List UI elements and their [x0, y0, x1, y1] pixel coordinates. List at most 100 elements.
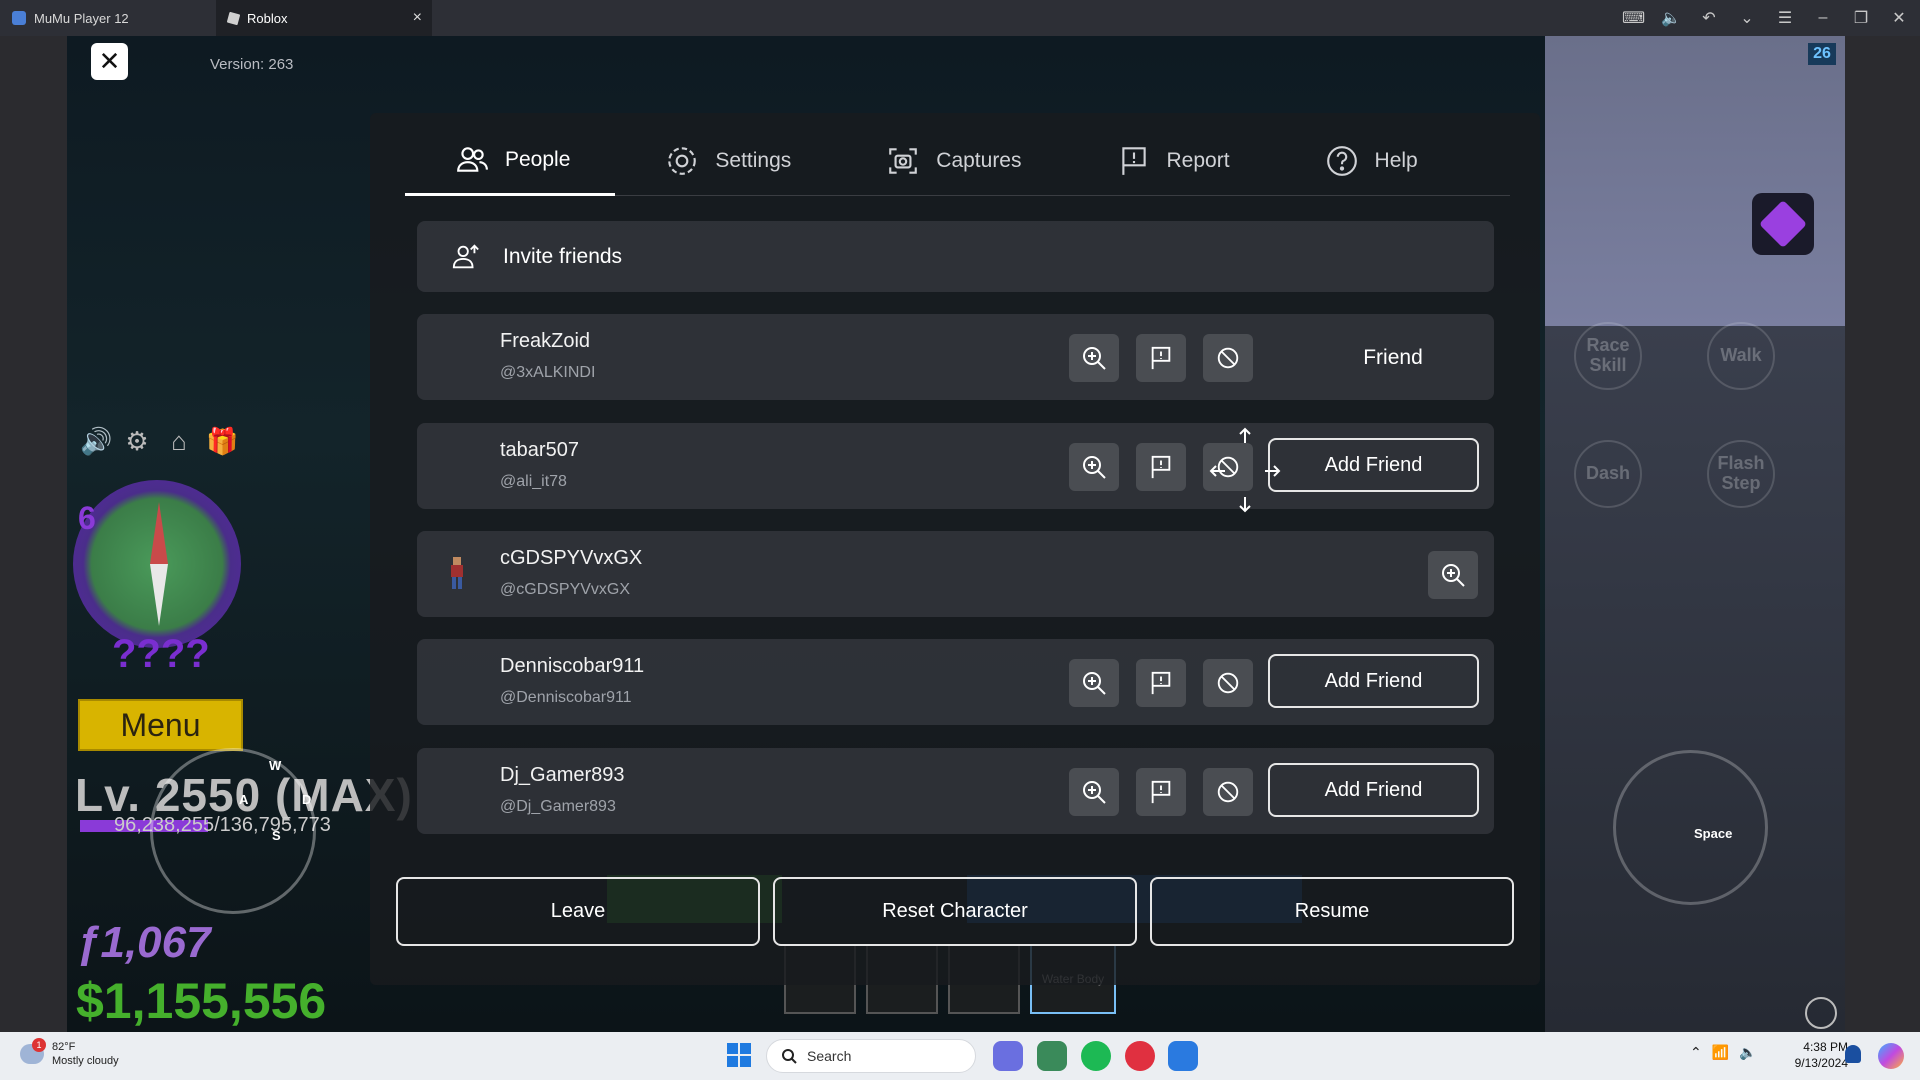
keyboard-icon[interactable]: ⌨: [1622, 8, 1645, 28]
movement-joystick[interactable]: [150, 748, 316, 914]
gear-icon[interactable]: ⚙: [122, 426, 152, 457]
report-player-button[interactable]: [1136, 443, 1186, 491]
chevron-up-icon[interactable]: ⌃: [1690, 1044, 1702, 1061]
copilot-icon[interactable]: [1878, 1043, 1904, 1069]
tab-captures[interactable]: Captures: [836, 126, 1066, 196]
report-player-button[interactable]: [1136, 334, 1186, 382]
floor-background: [1545, 326, 1845, 1032]
opera-icon[interactable]: [1125, 1041, 1155, 1071]
zoom-in-icon: [1442, 564, 1465, 587]
tab-label: People: [505, 147, 571, 171]
flag-icon: [1151, 346, 1171, 370]
notification-bell-icon[interactable]: [1845, 1045, 1861, 1063]
minimize-icon[interactable]: –: [1812, 9, 1834, 27]
dash-button[interactable]: Dash: [1574, 440, 1642, 508]
windows-taskbar: 1 82°F Mostly cloudy Search ⌃ 📶 🔈 4:38 P…: [0, 1032, 1920, 1080]
chevron-down-icon[interactable]: ⌄: [1736, 8, 1758, 28]
tab-people[interactable]: People: [405, 126, 616, 196]
compass-label: ????: [112, 632, 210, 676]
inspect-button[interactable]: [1069, 659, 1119, 707]
warning-count: 6: [78, 500, 96, 536]
window-controls: ⌨ 🔈 ↶ ⌄ ☰ – ❐ ✕: [1622, 0, 1910, 36]
tab-mumu-player[interactable]: MuMu Player 12: [0, 0, 216, 36]
flag-icon: [1151, 671, 1171, 695]
camera-icon: [889, 148, 918, 174]
race-skill-button[interactable]: Race Skill: [1574, 322, 1642, 390]
close-menu-button[interactable]: ✕: [91, 43, 128, 80]
mumu-icon: [12, 11, 26, 25]
wifi-icon[interactable]: 📶: [1712, 1044, 1729, 1061]
shift-lock-icon[interactable]: [1805, 997, 1837, 1029]
walk-button[interactable]: Walk: [1707, 322, 1775, 390]
close-tab-icon[interactable]: ×: [413, 9, 422, 27]
joystick-key-up: W: [269, 758, 282, 773]
game-menu-button[interactable]: Menu: [78, 699, 243, 751]
player-row: tabar507 @ali_it78 Add Friend: [417, 423, 1494, 509]
player-row: cGDSPYVvxGX @cGDSPYVvxGX: [417, 531, 1494, 617]
block-player-button[interactable]: [1203, 334, 1253, 382]
fragments-counter: ƒ1,067: [76, 918, 211, 967]
add-friend-button[interactable]: Add Friend: [1268, 763, 1479, 817]
inspect-button[interactable]: [1069, 334, 1119, 382]
search-placeholder: Search: [807, 1048, 852, 1064]
player-display-name: FreakZoid: [500, 330, 591, 352]
player-username: @Dj_Gamer893: [500, 798, 616, 815]
gear-icon: [668, 147, 697, 175]
app-icon[interactable]: [1037, 1041, 1067, 1071]
flash-step-button[interactable]: Flash Step: [1707, 440, 1775, 508]
tab-report[interactable]: Report: [1067, 126, 1275, 196]
resume-button[interactable]: Resume: [1150, 877, 1514, 946]
report-player-button[interactable]: [1136, 659, 1186, 707]
clock[interactable]: 4:38 PM 9/13/2024: [1778, 1039, 1848, 1071]
block-player-button[interactable]: [1203, 659, 1253, 707]
tab-label: Settings: [715, 149, 792, 172]
player-username: @ali_it78: [500, 473, 567, 490]
restore-icon[interactable]: ❐: [1850, 8, 1872, 28]
undo-icon[interactable]: ↶: [1698, 8, 1720, 28]
money-counter: $1,155,556: [76, 973, 327, 1029]
flag-icon: [1151, 455, 1171, 479]
hud-quick-icons: 🔊 ⚙ ⌂ 🎁: [80, 426, 238, 457]
gift-icon[interactable]: 🎁: [206, 426, 238, 457]
volume-icon[interactable]: 🔈: [1660, 8, 1682, 28]
joystick-key-right: D: [302, 792, 312, 807]
add-friend-button[interactable]: Add Friend: [1268, 438, 1479, 492]
tab-roblox[interactable]: Roblox ×: [216, 0, 432, 36]
people-icon: [457, 146, 488, 172]
player-row: FreakZoid @3xALKINDI Friend: [417, 314, 1494, 400]
mumu-icon[interactable]: [1168, 1041, 1198, 1071]
block-icon: [1217, 347, 1239, 369]
taskbar-search[interactable]: Search: [766, 1039, 976, 1073]
discord-icon[interactable]: [993, 1041, 1023, 1071]
report-player-button[interactable]: [1136, 768, 1186, 816]
shop-button[interactable]: [1752, 193, 1814, 255]
weather-badge: 1: [32, 1038, 46, 1052]
close-window-icon[interactable]: ✕: [1888, 8, 1910, 28]
joystick-key-down: S: [272, 828, 281, 843]
spotify-icon[interactable]: [1081, 1041, 1111, 1071]
tab-settings[interactable]: Settings: [615, 126, 836, 196]
speaker-icon[interactable]: 🔊: [80, 426, 112, 457]
volume-icon[interactable]: 🔈: [1739, 1044, 1756, 1061]
menu-icon[interactable]: ☰: [1774, 8, 1796, 28]
leave-button[interactable]: Leave: [396, 877, 760, 946]
invite-friends-button[interactable]: Invite friends: [417, 221, 1494, 292]
reset-character-button[interactable]: Reset Character: [773, 877, 1137, 946]
block-player-button[interactable]: [1203, 768, 1253, 816]
joystick-key-left: A: [239, 792, 249, 807]
home-icon[interactable]: ⌂: [164, 426, 194, 457]
inspect-button[interactable]: [1069, 768, 1119, 816]
player-username: @3xALKINDI: [500, 364, 596, 381]
tab-help[interactable]: Help: [1275, 126, 1463, 196]
weather-widget[interactable]: 1 82°F Mostly cloudy: [20, 1038, 119, 1068]
add-friend-button[interactable]: Add Friend: [1268, 654, 1479, 708]
tab-label: Report: [1166, 149, 1230, 172]
jump-button[interactable]: [1613, 750, 1768, 905]
system-tray: ⌃ 📶 🔈: [1690, 1044, 1757, 1061]
inspect-button[interactable]: [1428, 551, 1478, 599]
start-button[interactable]: [727, 1043, 751, 1067]
invite-icon: [452, 243, 479, 268]
inspect-button[interactable]: [1069, 443, 1119, 491]
fps-counter: 26: [1808, 43, 1836, 65]
clock-date: 9/13/2024: [1794, 1056, 1848, 1070]
